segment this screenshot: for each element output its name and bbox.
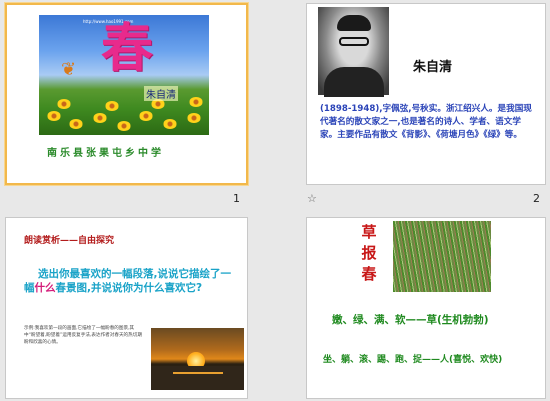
slide-thumbnail-4[interactable]: 草报春 嫩、绿、满、软——草(生机勃勃) 坐、躺、滚、踢、跑、捉——人(喜悦、欢… <box>306 217 546 399</box>
slide-number-1: 1 <box>233 192 240 205</box>
school-caption: 南乐县张果屯乡中学 <box>47 148 164 159</box>
example-note: 示例:我喜欢第一段的画面,它描绘了一幅盼春的图景,其中“盼望着,盼望着”运用反复… <box>24 326 142 345</box>
author-bio: (1898-1948),字佩弦,号秋实。浙江绍兴人。是我国现代著名的散文家之一,… <box>320 104 532 140</box>
slide-number-2: 2 <box>533 192 540 205</box>
section-title: 朗读赏析——自由探究 <box>24 236 115 246</box>
people-description: 坐、躺、滚、踢、跑、捉——人(喜悦、欢快) <box>323 355 503 365</box>
slide-thumbnail-1[interactable]: http://www.hao1991.com ❦ 春 朱自清 南乐县张果屯乡中学 <box>5 3 248 185</box>
flower-shape <box>139 111 153 121</box>
flower-shape <box>93 113 107 123</box>
spring-flowers-image: http://www.hao1991.com ❦ 春 朱自清 <box>39 15 209 135</box>
slide-author: 朱自清 <box>144 86 178 101</box>
flower-shape <box>105 101 119 111</box>
butterfly-icon: ❦ <box>61 59 77 80</box>
slide-thumbnail-3[interactable]: 朗读赏析——自由探究 选出你最喜欢的一幅段落,说说它描绘了一幅什么春景图,并说说… <box>5 217 248 399</box>
flower-shape <box>47 111 61 121</box>
flower-shape <box>69 119 83 129</box>
flower-shape <box>57 99 71 109</box>
slide-title-char: 春 <box>101 18 154 79</box>
slide-thumbnail-2[interactable]: 朱自清 (1898-1948),字佩弦,号秋实。浙江绍兴人。是我国现代著名的散文… <box>306 3 546 185</box>
question-text: 选出你最喜欢的一幅段落,说说它描绘了一幅什么春景图,并说说你为什么喜欢它? <box>24 267 239 295</box>
flower-shape <box>189 97 203 107</box>
question-part: 春景图,并说说你为什么喜欢它? <box>55 282 203 294</box>
flower-shape <box>187 113 201 123</box>
flower-shape <box>163 119 177 129</box>
question-highlight: 什么 <box>34 282 56 294</box>
author-portrait-image <box>318 7 389 97</box>
grass-description: 嫩、绿、满、软——草(生机勃勃) <box>332 314 489 326</box>
animation-star-icon[interactable]: ☆ <box>307 192 317 205</box>
author-name: 朱自清 <box>413 60 453 75</box>
flower-shape <box>117 121 131 131</box>
sunset-image <box>151 328 244 390</box>
vertical-title: 草报春 <box>361 223 377 283</box>
grass-image <box>393 221 491 292</box>
